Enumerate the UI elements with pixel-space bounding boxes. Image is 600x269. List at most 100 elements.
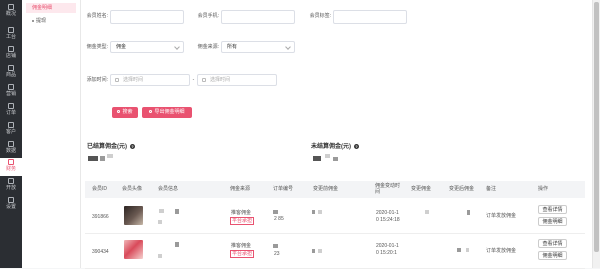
column-header: 备注 <box>486 186 497 192</box>
source-tag: 平台承担 <box>230 250 255 258</box>
store-icon <box>8 46 14 52</box>
calendar-icon <box>115 78 119 82</box>
member-info <box>159 209 164 213</box>
sidebar-item-label: 财务 <box>5 166 16 172</box>
data-icon <box>8 141 14 147</box>
commission-type-select[interactable]: 佣金 <box>110 41 184 53</box>
end-date-input[interactable]: 选择时间 <box>197 74 277 86</box>
sidebar-item-workbench[interactable]: 工台 <box>0 26 22 44</box>
commission-detail-button[interactable]: 佣金明细 <box>538 217 567 226</box>
order-number <box>273 244 278 248</box>
column-header: 变更前佣金 <box>313 186 339 192</box>
sidebar-item-label: 设置 <box>5 204 16 210</box>
member-info <box>158 220 162 224</box>
workbench-icon <box>8 27 14 33</box>
finance-icon <box>8 159 14 165</box>
sidebar-item-label: 工台 <box>5 34 16 40</box>
sidebar-item-data[interactable]: 数据 <box>0 140 22 158</box>
table-header: 会员ID 会员头像 会员信息 佣金来源 订单编号 变更前佣金 佣金变动时间 变更… <box>85 181 585 198</box>
member-info <box>175 209 179 214</box>
order-number: 23 <box>274 251 280 257</box>
avatar <box>124 240 143 259</box>
scrollbar-thumb[interactable] <box>594 2 599 252</box>
customer-icon <box>8 122 14 128</box>
help-icon[interactable]: ? <box>130 143 135 149</box>
column-header: 会员信息 <box>158 186 179 192</box>
table-row: 391866 推客佣金 平台承担 2 85 2020-01-1 0 15:24:… <box>85 199 585 234</box>
column-header: 变更佣金 <box>411 186 432 192</box>
vertical-scrollbar[interactable] <box>592 0 600 268</box>
sidebar-item-order[interactable]: 订单 <box>0 102 22 120</box>
settled-commission-value <box>88 156 98 161</box>
column-header: 会员ID <box>92 186 108 192</box>
table-row: 390434 推客佣金 平台承担 23 2020-01-1 0 15:20:1 … <box>85 234 585 269</box>
main-content: 会员姓名: 会员手机: 会员标签: 佣金类型: 佣金 佣金来源: 所有 添加时间… <box>81 0 592 269</box>
commission-type-value: 佣金 <box>116 44 127 50</box>
help-icon[interactable]: ? <box>354 143 359 149</box>
view-detail-button[interactable]: 查看详情 <box>538 205 567 214</box>
sidebar-item-settings[interactable]: 设置 <box>0 196 22 214</box>
search-icon <box>117 110 121 114</box>
commission-source: 推客佣金 <box>231 243 252 249</box>
member-phone-input[interactable] <box>221 10 295 24</box>
order-number <box>273 210 278 214</box>
sidebar-item-finance[interactable]: 财务 <box>0 158 22 176</box>
column-header: 操作 <box>538 186 549 192</box>
sidebar-item-marketing[interactable]: 营销 <box>0 83 22 101</box>
unsettled-commission-value <box>313 156 321 161</box>
goods-icon <box>8 65 14 71</box>
sidebar-item-overview[interactable]: 概况 <box>0 3 22 21</box>
settings-icon <box>8 197 14 203</box>
commission-source-value: 所有 <box>227 44 238 50</box>
column-header: 订单编号 <box>273 186 294 192</box>
avatar <box>124 206 143 225</box>
sidebar-item-label: 营销 <box>5 91 16 97</box>
sidebar-item-goods[interactable]: 商品 <box>0 64 22 82</box>
settled-commission-title: 已结算佣金(元)? <box>87 143 135 151</box>
search-button-label: 搜索 <box>122 109 133 115</box>
sidebar-item-customer[interactable]: 客户 <box>0 121 22 139</box>
sidebar-item-label: 店铺 <box>5 53 16 59</box>
subnav-item-withdraw[interactable]: 提现 <box>26 16 76 26</box>
change-time: 0 15:24:18 <box>376 217 400 223</box>
start-date-placeholder: 选择时间 <box>123 77 144 83</box>
commission-before <box>312 210 315 214</box>
member-id: 391866 <box>92 214 109 220</box>
order-number: 2 85 <box>274 216 284 222</box>
sidebar-item-store[interactable]: 店铺 <box>0 45 22 63</box>
member-info <box>158 254 162 258</box>
date-range-separator: - <box>192 77 195 83</box>
order-icon <box>8 103 14 109</box>
member-name-label: 会员姓名: <box>86 13 108 19</box>
member-name-input[interactable] <box>110 10 184 24</box>
column-header: 会员头像 <box>122 186 143 192</box>
start-date-input[interactable]: 选择时间 <box>110 74 190 86</box>
end-date-placeholder: 选择时间 <box>210 77 231 83</box>
home-icon <box>8 4 14 10</box>
commission-change <box>425 210 429 214</box>
sidebar-item-label: 概况 <box>5 11 16 17</box>
search-button[interactable]: 搜索 <box>112 107 138 118</box>
commission-detail-button[interactable]: 佣金明细 <box>538 251 567 260</box>
commission-source-select[interactable]: 所有 <box>221 41 295 53</box>
change-time: 2020-01-1 <box>376 243 399 249</box>
sidebar-item-label: 商品 <box>5 72 16 78</box>
view-detail-button[interactable]: 查看详情 <box>538 239 567 248</box>
commission-after <box>457 248 461 252</box>
export-button[interactable]: 导出佣金明细 <box>142 107 192 118</box>
commission-type-label: 佣金类型: <box>86 44 108 50</box>
marketing-icon <box>8 84 14 90</box>
source-tag: 平台承担 <box>230 217 255 225</box>
chevron-down-icon <box>285 44 291 50</box>
sidebar-item-label: 开放 <box>5 185 16 191</box>
subnav-item-commission-detail[interactable]: 佣金明细 <box>26 3 76 13</box>
member-info <box>175 242 179 247</box>
chevron-down-icon <box>174 44 180 50</box>
subnav-item-label: 提现 <box>36 18 47 24</box>
commission-before <box>318 249 322 253</box>
column-header: 变更后佣金 <box>449 186 475 192</box>
sidebar-item-open[interactable]: 开放 <box>0 177 22 195</box>
member-tag-input[interactable] <box>333 10 407 24</box>
calendar-icon <box>202 78 206 82</box>
sidebar-item-label: 客户 <box>5 129 16 135</box>
